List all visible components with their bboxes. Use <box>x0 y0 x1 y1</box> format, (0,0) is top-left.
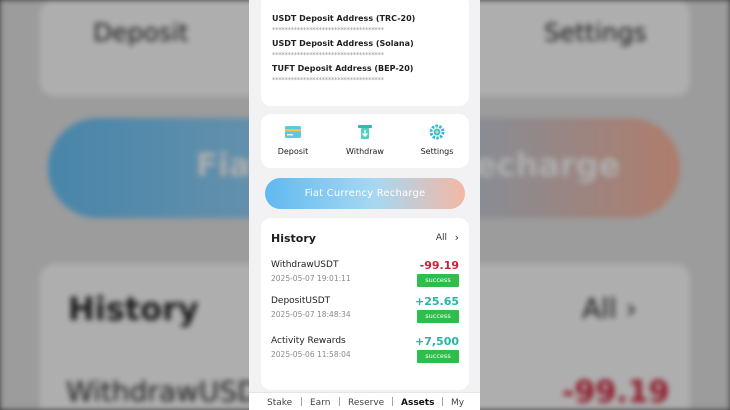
bg-all-text: All › <box>582 292 637 325</box>
nav-my[interactable]: My <box>451 398 464 408</box>
bg-settings-text: Settings <box>544 18 647 47</box>
address-label-solana: USDT Deposit Address (Solana) <box>272 39 414 48</box>
chevron-right-icon[interactable]: › <box>455 231 459 244</box>
address-value-trc20[interactable]: ************************************ <box>272 26 384 34</box>
history-card: History All › WithdrawUSDT 2025-05-07 19… <box>261 218 469 390</box>
withdraw-button[interactable]: Withdraw <box>335 114 395 168</box>
nav-earn[interactable]: Earn <box>310 398 330 408</box>
history-item-amount: +7,500 <box>414 335 459 348</box>
history-row[interactable]: DepositUSDT 2025-05-07 18:48:34 +25.65 s… <box>261 295 469 332</box>
bottom-nav: Stake | Earn | Reserve | Assets | My <box>249 392 480 410</box>
bg-history-text: History <box>68 290 199 328</box>
quick-actions-card: Deposit Withdraw Settings <box>261 114 469 168</box>
history-item-time: 2025-05-06 11:58:04 <box>271 350 351 359</box>
history-item-name: WithdrawUSDT <box>271 260 339 270</box>
history-item-name: DepositUSDT <box>271 296 331 306</box>
bg-withdraw-text: WithdrawUSDT <box>66 375 276 408</box>
history-title: History <box>271 232 316 245</box>
deposit-button[interactable]: Deposit <box>263 114 323 168</box>
history-item-amount: +25.65 <box>414 295 459 308</box>
history-item-time: 2025-05-07 18:48:34 <box>271 310 351 319</box>
nav-assets[interactable]: Assets <box>401 398 434 408</box>
nav-reserve[interactable]: Reserve <box>348 398 384 408</box>
card-icon <box>285 126 301 138</box>
history-row[interactable]: WithdrawUSDT 2025-05-07 19:01:11 -99.19 … <box>261 259 469 296</box>
settings-button[interactable]: Settings <box>407 114 467 168</box>
history-item-time: 2025-05-07 19:01:11 <box>271 274 351 283</box>
status-badge: success <box>417 274 459 287</box>
bg-deposit-text: Deposit <box>93 18 189 47</box>
deposit-label: Deposit <box>277 147 309 156</box>
status-badge: success <box>417 350 459 363</box>
nav-separator: | <box>300 397 304 407</box>
nav-stake[interactable]: Stake <box>267 398 292 408</box>
bg-withdraw-amount: -99.19 <box>562 375 670 410</box>
withdraw-label: Withdraw <box>346 147 384 156</box>
address-label-trc20: USDT Deposit Address (TRC-20) <box>272 14 416 23</box>
fiat-recharge-button[interactable]: Fiat Currency Recharge <box>265 178 465 209</box>
history-item-name: Activity Rewards <box>271 336 346 346</box>
phone-screen: USDT Deposit Address (TRC-20) **********… <box>249 0 480 410</box>
withdraw-icon <box>358 125 372 139</box>
gear-icon <box>429 124 445 140</box>
address-label-bep20: TUFT Deposit Address (BEP-20) <box>272 64 414 73</box>
settings-label: Settings <box>420 147 454 156</box>
nav-separator: | <box>441 397 445 407</box>
history-item-amount: -99.19 <box>419 259 459 272</box>
nav-separator: | <box>391 397 395 407</box>
deposit-address-card: USDT Deposit Address (TRC-20) **********… <box>261 0 469 106</box>
history-row[interactable]: Activity Rewards 2025-05-06 11:58:04 +7,… <box>261 335 469 372</box>
history-all-link[interactable]: All <box>436 233 447 243</box>
address-value-bep20[interactable]: ************************************ <box>272 76 384 84</box>
nav-separator: | <box>338 397 342 407</box>
status-badge: success <box>417 310 459 323</box>
address-value-solana[interactable]: ************************************ <box>272 51 384 59</box>
